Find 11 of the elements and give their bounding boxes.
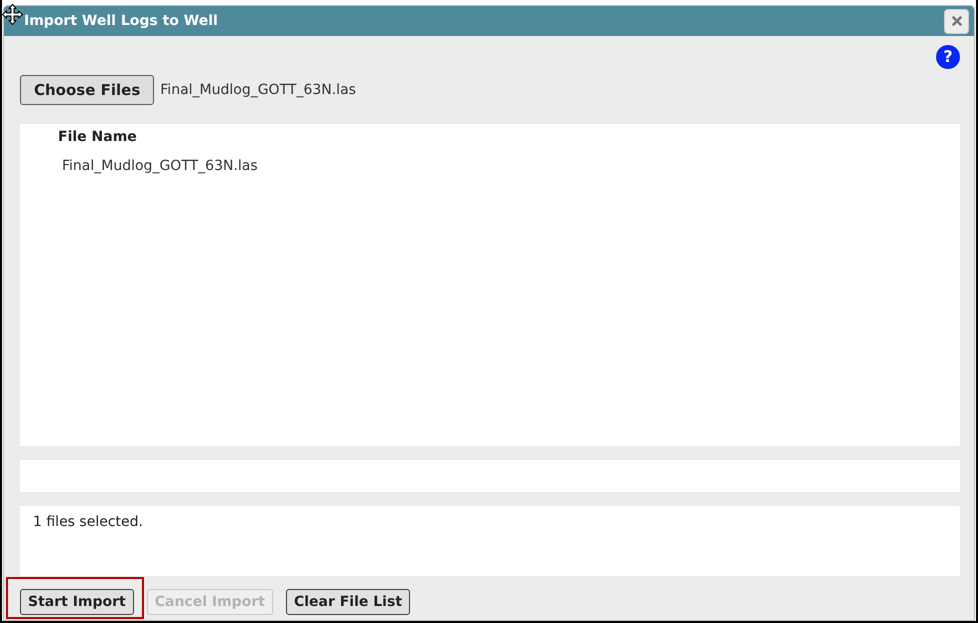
chosen-file-name: Final_Mudlog_GOTT_63N.las bbox=[160, 83, 356, 97]
table-cell: Final_Mudlog_GOTT_63N.las bbox=[62, 157, 258, 175]
close-button[interactable] bbox=[944, 8, 969, 34]
close-icon bbox=[952, 16, 962, 26]
choose-files-button[interactable]: Choose Files bbox=[20, 75, 154, 105]
action-button[interactable]: Start Import bbox=[20, 589, 134, 615]
status-message: 1 files selected. bbox=[33, 514, 143, 530]
column-header: File Name bbox=[58, 128, 137, 146]
window-title: Import Well Logs to Well bbox=[24, 14, 218, 28]
help-button[interactable]: ? bbox=[936, 45, 960, 69]
action-button[interactable]: Clear File List bbox=[286, 589, 410, 615]
